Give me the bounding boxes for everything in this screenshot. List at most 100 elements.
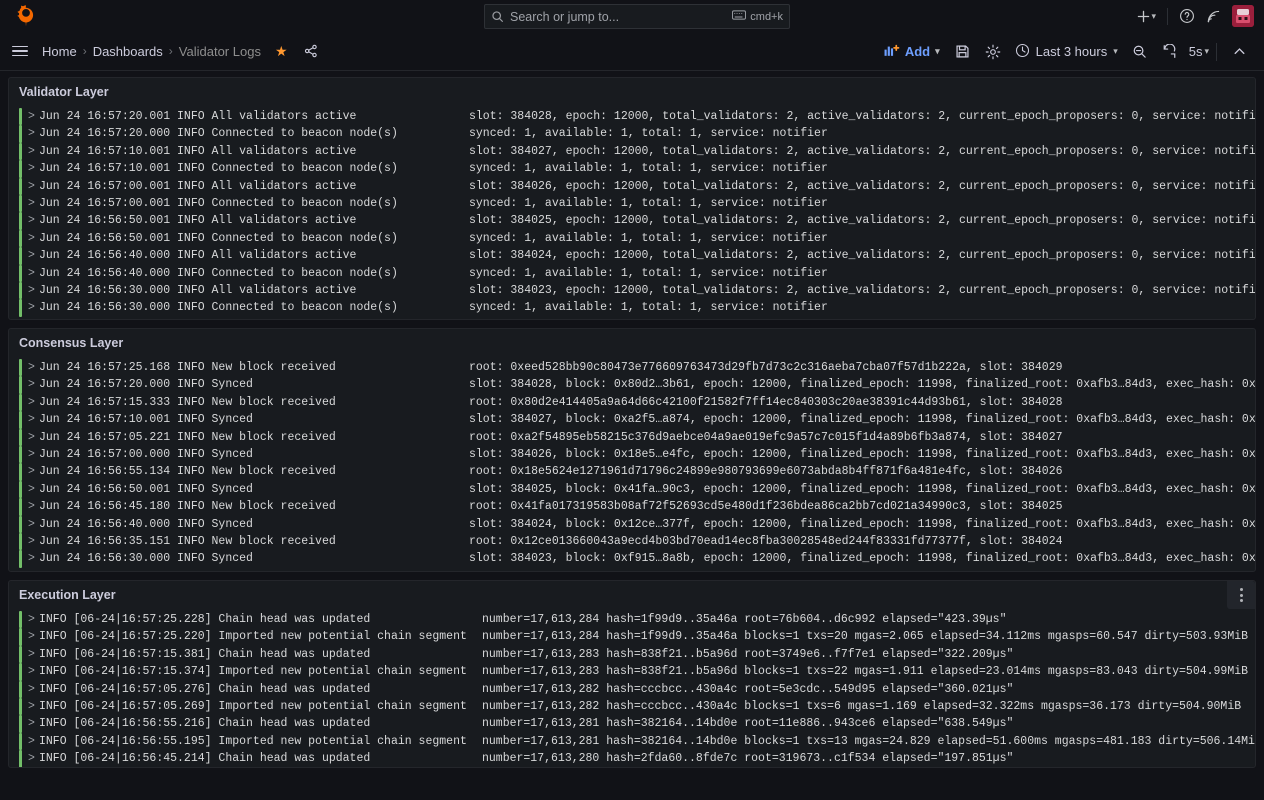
log-expand-icon[interactable]: > [28,628,39,645]
dashboard-settings-gear-icon[interactable] [978,39,1008,65]
search-input[interactable]: Search or jump to... [510,10,726,24]
log-expand-icon[interactable]: > [28,394,39,411]
log-level-indicator [19,229,22,248]
breadcrumb-item-validator-logs[interactable]: Validator Logs [179,44,261,59]
log-row[interactable]: > Jun 24 16:56:45.180 INFO New block rece… [9,498,1255,516]
collapse-toolbar-button[interactable] [1224,39,1254,65]
log-row[interactable]: > Jun 24 16:56:30.000 INFO Synced slot: 38… [9,550,1255,568]
log-row[interactable]: > Jun 24 16:56:35.151 INFO New block rece… [9,533,1255,551]
log-row[interactable]: > INFO [06-24|16:57:05.269] Imported new … [9,698,1255,716]
log-row[interactable]: > Jun 24 16:56:40.000 INFO Connected to b… [9,264,1255,283]
log-fields: root: 0x41fa017319583b08af72f52693cd5e48… [469,500,1063,514]
zoom-out-time-range-button[interactable] [1125,39,1155,65]
log-expand-icon[interactable]: > [28,715,39,732]
log-expand-icon[interactable]: > [28,178,39,195]
log-row[interactable]: > Jun 24 16:57:20.001 INFO All validators… [9,108,1255,126]
grafana-logo-icon[interactable] [14,4,38,28]
log-expand-icon[interactable]: > [28,611,39,628]
log-expand-icon[interactable]: > [28,533,39,550]
log-expand-icon[interactable]: > [28,698,39,715]
log-expand-icon[interactable]: > [28,516,39,533]
log-expand-icon[interactable]: > [28,663,39,680]
log-expand-icon[interactable]: > [28,733,39,750]
log-row[interactable]: > Jun 24 16:56:30.000 INFO Connected to b… [9,299,1255,317]
log-message: INFO [06-24|16:57:15.374] Imported new p… [39,665,467,679]
log-row[interactable]: > Jun 24 16:57:20.000 INFO Connected to b… [9,125,1255,143]
share-icon[interactable] [304,44,318,58]
log-expand-icon[interactable]: > [28,376,39,393]
log-level-indicator [19,282,22,300]
log-row[interactable]: > INFO [06-24|16:56:55.216] Chain head wa… [9,715,1255,733]
log-row[interactable]: > Jun 24 16:57:25.168 INFO New block rece… [9,359,1255,377]
log-expand-icon[interactable]: > [28,446,39,463]
log-row[interactable]: > INFO [06-24|16:56:55.195] Imported new … [9,732,1255,751]
log-content: Jun 24 16:57:25.168 INFO New block recei… [39,359,1255,376]
log-row[interactable]: > Jun 24 16:56:55.134 INFO New block rece… [9,463,1255,481]
log-expand-icon[interactable]: > [28,498,39,515]
log-row[interactable]: > Jun 24 16:56:50.001 INFO Connected to b… [9,229,1255,248]
panel-menu-button[interactable] [1227,581,1255,609]
log-row[interactable]: > Jun 24 16:56:50.001 INFO All validators… [9,212,1255,230]
log-row[interactable]: > Jun 24 16:57:10.001 INFO Connected to b… [9,160,1255,178]
log-row[interactable]: > Jun 24 16:57:00.001 INFO All validators… [9,177,1255,196]
log-expand-icon[interactable]: > [28,195,39,212]
news-icon[interactable] [1206,9,1221,24]
help-icon[interactable] [1179,8,1195,24]
log-expand-icon[interactable]: > [28,108,39,125]
global-search-box[interactable]: Search or jump to... cmd+k [484,4,790,29]
log-expand-icon[interactable]: > [28,481,39,498]
log-expand-icon[interactable]: > [28,750,39,767]
log-row[interactable]: > Jun 24 16:57:00.000 INFO Synced slot: 38… [9,446,1255,464]
breadcrumb-item-home[interactable]: Home [42,44,77,59]
log-row[interactable]: > Jun 24 16:57:10.001 INFO Synced slot: 38… [9,411,1255,429]
log-expand-icon[interactable]: > [28,411,39,428]
panel-header[interactable]: Execution Layer [9,581,1255,609]
log-row[interactable]: > INFO [06-24|16:56:45.214] Chain head wa… [9,750,1255,767]
log-row[interactable]: > INFO [06-24|16:57:15.381] Chain head wa… [9,645,1255,664]
log-row[interactable]: > Jun 24 16:56:50.001 INFO Synced slot: 38… [9,480,1255,499]
log-expand-icon[interactable]: > [28,646,39,663]
add-panel-button[interactable]: Add ▾ [876,40,948,64]
log-expand-icon[interactable]: > [28,212,39,229]
log-row[interactable]: > Jun 24 16:56:40.000 INFO Synced slot: 38… [9,515,1255,534]
log-row[interactable]: > INFO [06-24|16:57:05.276] Chain head wa… [9,680,1255,699]
log-rows-container[interactable]: > INFO [06-24|16:57:25.228] Chain head wa… [9,609,1255,767]
breadcrumb-item-dashboards[interactable]: Dashboards [93,44,163,59]
log-row[interactable]: > Jun 24 16:57:15.333 INFO New block rece… [9,393,1255,412]
user-avatar[interactable] [1232,5,1254,27]
log-row[interactable]: > Jun 24 16:57:00.001 INFO Connected to b… [9,195,1255,213]
log-rows-container[interactable]: > Jun 24 16:57:25.168 INFO New block rece… [9,357,1255,571]
log-row[interactable]: > Jun 24 16:56:40.000 INFO All validators… [9,247,1255,265]
log-expand-icon[interactable]: > [28,282,39,299]
panel-header[interactable]: Validator Layer [9,78,1255,106]
log-row[interactable]: > Jun 24 16:57:20.000 INFO Synced slot: 38… [9,376,1255,394]
log-expand-icon[interactable]: > [28,143,39,160]
log-expand-icon[interactable]: > [28,265,39,282]
log-expand-icon[interactable]: > [28,681,39,698]
create-new-button[interactable]: ▾ [1136,9,1156,24]
log-expand-icon[interactable]: > [28,550,39,567]
refresh-icon[interactable] [1155,39,1185,65]
log-rows-container[interactable]: > Jun 24 16:57:20.001 INFO All validators… [9,106,1255,319]
refresh-picker[interactable]: 5s ▾ [1155,39,1209,65]
log-expand-icon[interactable]: > [28,299,39,316]
favorite-star-icon[interactable]: ★ [275,43,288,60]
log-expand-icon[interactable]: > [28,230,39,247]
panel-header[interactable]: Consensus Layer [9,329,1255,357]
menu-toggle-icon[interactable] [12,45,28,57]
log-row[interactable]: > INFO [06-24|16:57:25.220] Imported new … [9,628,1255,646]
log-expand-icon[interactable]: > [28,429,39,446]
log-row[interactable]: > INFO [06-24|16:57:25.228] Chain head wa… [9,611,1255,629]
log-row[interactable]: > Jun 24 16:56:30.000 INFO All validators… [9,282,1255,300]
log-row[interactable]: > Jun 24 16:57:05.221 INFO New block rece… [9,428,1255,447]
log-expand-icon[interactable]: > [28,125,39,142]
save-dashboard-button[interactable] [948,39,978,65]
log-row[interactable]: > INFO [06-24|16:57:15.374] Imported new … [9,663,1255,681]
log-expand-icon[interactable]: > [28,160,39,177]
log-expand-icon[interactable]: > [28,463,39,480]
log-row[interactable]: > Jun 24 16:57:10.001 INFO All validators… [9,142,1255,161]
log-fields: slot: 384026, block: 0x18e5…e4fc, epoch:… [469,448,1255,462]
log-expand-icon[interactable]: > [28,359,39,376]
log-expand-icon[interactable]: > [28,247,39,264]
time-range-picker[interactable]: Last 3 hours ▾ [1008,40,1125,64]
